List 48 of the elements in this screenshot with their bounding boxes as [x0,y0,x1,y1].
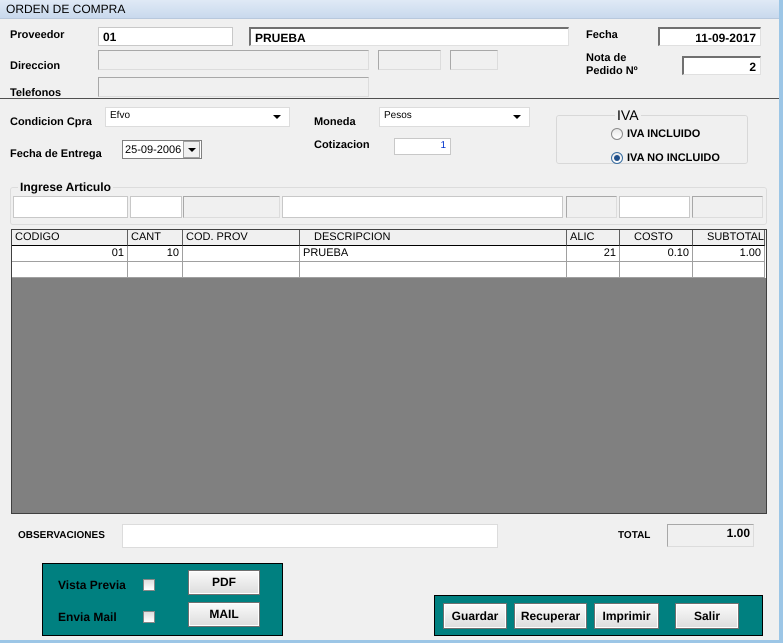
input-field[interactable] [130,196,182,218]
field-label: Fecha de Entrega [10,147,103,160]
window-title: ORDEN DE COMPRA [6,2,126,16]
action-button[interactable]: Recuperar [514,602,587,628]
group-title: IVA [616,108,640,122]
input-field[interactable] [282,196,563,218]
table-cell [567,262,620,278]
field-label: Proveedor [10,28,66,41]
field-label: Cotizacion [314,138,371,153]
action-button[interactable]: Salir [675,602,739,628]
radio-button[interactable] [611,152,623,164]
checkbox[interactable] [143,611,155,623]
table-cell [693,262,765,278]
caret-icon [188,148,196,152]
option-label: Vista Previa [58,577,127,592]
field-label: Telefonos [10,86,62,99]
group-title: Ingrese Articulo [19,181,112,193]
field-label: Fecha [586,28,619,41]
field-label: Moneda [314,115,357,128]
caret-icon [273,115,281,119]
action-button[interactable]: Guardar [443,602,507,628]
input-field[interactable]: PRUEBA [249,27,569,46]
input-field[interactable]: 1 [394,138,451,155]
dropdown[interactable]: Efvo [105,107,290,127]
field-label: Nota de Pedido Nº [586,52,639,78]
caret-icon [513,115,521,119]
radio-option[interactable]: IVA INCLUIDO [611,124,747,144]
export-button[interactable]: PDF [188,570,260,594]
input-field[interactable] [13,196,128,218]
radio-button[interactable] [611,128,623,140]
field-label: TOTAL [618,530,652,541]
field-label: OBSERVACIONES [18,530,106,541]
input-field[interactable] [122,524,498,548]
action-button[interactable]: Imprimir [594,602,659,628]
option-label: Envia Mail [58,609,118,624]
radio-option[interactable]: IVA NO INCLUIDO [611,148,747,168]
date-picker[interactable]: 25-09-2006 [122,140,202,159]
input-field[interactable]: 11-09-2017 [658,27,761,46]
field-label: Direccion [10,59,62,72]
checkbox[interactable] [143,579,155,591]
field-label: Condicion Cpra [10,115,93,128]
total-field: 1.00 [667,524,754,547]
input-field[interactable]: 2 [682,56,761,74]
input-field[interactable] [619,196,690,218]
input-field[interactable]: 01 [98,27,233,46]
export-button[interactable]: MAIL [188,602,260,626]
dropdown[interactable]: Pesos [379,107,530,127]
table-cell [128,262,183,278]
